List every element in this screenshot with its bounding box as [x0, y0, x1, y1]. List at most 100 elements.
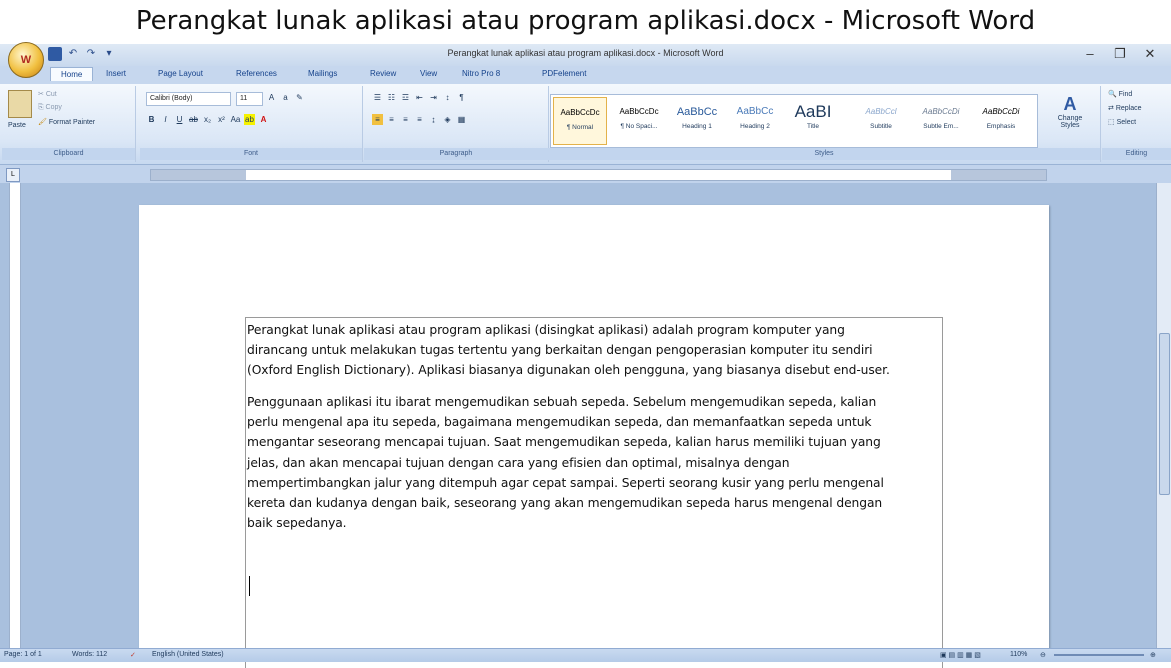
style-subtitle[interactable]: AaBbCcl Subtitle	[855, 97, 907, 143]
clear-format-icon[interactable]: ✎	[294, 92, 305, 103]
style-sample: AaBbCc	[736, 106, 774, 117]
tab-references[interactable]: References	[236, 69, 277, 78]
office-button[interactable]: W	[8, 42, 44, 78]
strikethrough-icon[interactable]: ab	[188, 114, 199, 125]
change-case-icon[interactable]: Aa	[230, 114, 241, 125]
window-controls: – ❐ ✕	[1075, 44, 1165, 64]
paragraph-2[interactable]: Penggunaan aplikasi itu ibarat mengemudi…	[247, 392, 943, 533]
text-area[interactable]: Perangkat lunak aplikasi atau program ap…	[245, 317, 943, 668]
style-title[interactable]: AaBI Title	[787, 97, 839, 143]
align-right-icon[interactable]: ≡	[400, 114, 411, 125]
restore-button[interactable]: ❐	[1105, 44, 1135, 64]
style-no-spacing[interactable]: AaBbCcDc ¶ No Spaci...	[613, 97, 665, 143]
find-button[interactable]: 🔍 Find	[1108, 90, 1132, 98]
font-size-select[interactable]: 11	[236, 92, 263, 106]
paste-button[interactable]: Paste	[8, 122, 26, 129]
select-icon: ⬚	[1108, 119, 1115, 126]
style-heading-1[interactable]: AaBbCc Heading 1	[671, 97, 723, 143]
zoom-in-icon[interactable]: ⊕	[1150, 651, 1156, 659]
select-label: Select	[1116, 119, 1137, 126]
paragraph-group-label: Paragraph	[364, 148, 548, 160]
text-line: perlu mengenal apa itu sepeda, bagaimana…	[247, 415, 872, 430]
style-normal[interactable]: AaBbCcDc ¶ Normal	[553, 97, 607, 145]
style-subtle-emphasis[interactable]: AaBbCcDi Subtle Em...	[915, 97, 967, 143]
paste-icon[interactable]	[8, 90, 32, 118]
superscript-icon[interactable]: x²	[216, 114, 227, 125]
tab-view[interactable]: View	[420, 69, 437, 78]
tab-review[interactable]: Review	[370, 69, 396, 78]
style-emphasis[interactable]: AaBbCcDi Emphasis	[975, 97, 1027, 143]
subscript-icon[interactable]: x₂	[202, 114, 213, 125]
line-spacing-icon[interactable]: ↨	[428, 114, 439, 125]
close-button[interactable]: ✕	[1135, 44, 1165, 64]
tab-pdfelement[interactable]: PDFelement	[542, 69, 586, 78]
page-count[interactable]: Page: 1 of 1	[4, 651, 42, 658]
clipboard-group: Paste ✂ Cut ⎘ Copy 🖌 Format Painter Clip…	[2, 86, 136, 162]
ribbon-tabs: Home Insert Page Layout References Maili…	[0, 66, 1171, 84]
zoom-out-icon[interactable]: ⊖	[1040, 651, 1046, 659]
increase-indent-icon[interactable]: ⇥	[428, 92, 439, 103]
word-count[interactable]: Words: 112	[72, 651, 107, 658]
borders-icon[interactable]: ▦	[456, 114, 467, 125]
pilcrow-icon[interactable]: ¶	[456, 92, 467, 103]
font-size-controls: A a ✎	[266, 92, 305, 103]
replace-icon: ⇄	[1108, 105, 1114, 112]
select-button[interactable]: ⬚ Select	[1108, 118, 1136, 126]
italic-icon[interactable]: I	[160, 114, 171, 125]
tab-page-layout[interactable]: Page Layout	[158, 69, 203, 78]
style-sample: AaBbCcl	[865, 107, 897, 116]
underline-icon[interactable]: U	[174, 114, 185, 125]
ruler-toggle-icon[interactable]: L	[6, 168, 20, 182]
font-name-select[interactable]: Calibri (Body)	[146, 92, 231, 106]
ruler-row: L	[0, 165, 1171, 184]
replace-label: Replace	[1115, 105, 1142, 112]
change-styles-icon: A	[1063, 94, 1077, 114]
copy-button[interactable]: ⎘ Copy	[38, 104, 62, 112]
shading-icon[interactable]: ◈	[442, 114, 453, 125]
cut-label: Cut	[45, 91, 57, 98]
vertical-ruler[interactable]	[9, 183, 21, 648]
align-left-icon[interactable]: ≡	[372, 114, 383, 125]
text-line: dirancang untuk melakukan tugas tertentu…	[247, 343, 873, 358]
highlight-icon[interactable]: ab	[244, 114, 255, 125]
ruler-right-margin	[951, 170, 1046, 180]
style-name: Subtle Em...	[923, 123, 959, 130]
style-name: Subtitle	[870, 123, 892, 130]
tab-nitro[interactable]: Nitro Pro 8	[462, 69, 500, 78]
align-center-icon[interactable]: ≡	[386, 114, 397, 125]
zoom-slider[interactable]	[1054, 654, 1144, 656]
proofing-icon[interactable]: ✓	[130, 651, 136, 659]
paragraph-1[interactable]: Perangkat lunak aplikasi atau program ap…	[247, 320, 943, 381]
find-label: Find	[1118, 91, 1133, 98]
grow-font-icon[interactable]: A	[266, 92, 277, 103]
bullets-icon[interactable]: ☰	[372, 92, 383, 103]
text-line: Penggunaan aplikasi itu ibarat mengemudi…	[247, 395, 877, 409]
document-page[interactable]: Perangkat lunak aplikasi atau program ap…	[139, 205, 1049, 668]
minimize-button[interactable]: –	[1075, 44, 1105, 64]
multilevel-list-icon[interactable]: ☲	[400, 92, 411, 103]
replace-button[interactable]: ⇄ Replace	[1108, 104, 1142, 112]
format-painter-button[interactable]: 🖌 Format Painter	[38, 118, 95, 126]
text-cursor	[249, 576, 250, 596]
view-buttons[interactable]: ▣ ▤ ▥ ▦ ▧	[940, 651, 981, 659]
bold-icon[interactable]: B	[146, 114, 157, 125]
justify-icon[interactable]: ≡	[414, 114, 425, 125]
editing-group: 🔍 Find ⇄ Replace ⬚ Select Editing	[1102, 86, 1171, 162]
zoom-level[interactable]: 110%	[1010, 651, 1027, 658]
shrink-font-icon[interactable]: a	[280, 92, 291, 103]
style-heading-2[interactable]: AaBbCc Heading 2	[729, 97, 781, 143]
sort-icon[interactable]: ↕	[442, 92, 453, 103]
decrease-indent-icon[interactable]: ⇤	[414, 92, 425, 103]
tab-home[interactable]: Home	[50, 67, 94, 81]
tab-mailings[interactable]: Mailings	[308, 69, 337, 78]
numbering-icon[interactable]: ☷	[386, 92, 397, 103]
tab-insert[interactable]: Insert	[106, 69, 126, 78]
language-status[interactable]: English (United States)	[152, 651, 224, 658]
scrollbar-thumb[interactable]	[1159, 333, 1170, 495]
change-styles-button[interactable]: A Change Styles	[1052, 94, 1088, 129]
vertical-scrollbar[interactable]	[1156, 183, 1171, 648]
horizontal-ruler[interactable]	[150, 169, 1047, 181]
cut-button[interactable]: ✂ Cut	[38, 90, 57, 98]
font-format-row: B I U ab x₂ x² Aa ab A	[146, 114, 269, 125]
font-color-icon[interactable]: A	[258, 114, 269, 125]
